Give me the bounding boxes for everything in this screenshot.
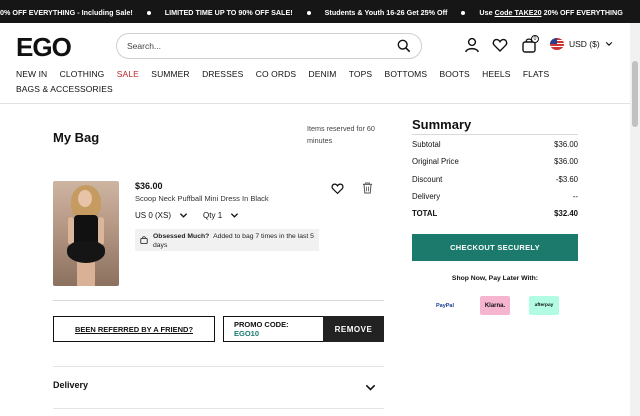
delivery-divider [53, 366, 384, 367]
search-input[interactable] [127, 41, 397, 51]
summary-row-discount: Discount -$3.60 [412, 175, 578, 184]
item-price: $36.00 [135, 181, 163, 191]
summary-value: -- [572, 192, 578, 201]
shopping-bag-icon [140, 236, 148, 244]
ticker-use-prefix: Use [479, 8, 493, 17]
nav-item-denim[interactable]: DENIM [309, 67, 337, 82]
size-selector[interactable]: US 0 (XS) [135, 211, 188, 220]
pay-later-label: Shop Now, Pay Later With: [451, 275, 539, 282]
ticker-code-link[interactable]: Code TAKE20 [495, 8, 542, 17]
nav-item-dresses[interactable]: DRESSES [202, 67, 243, 82]
popularity-notice: Obsessed Much? Added to bag 7 times in t… [135, 229, 319, 251]
ticker-message: Students & Youth 16-26 Get 25% Off [324, 8, 448, 17]
page-title: My Bag [53, 130, 100, 145]
nav-item-bags-accessories[interactable]: BAGS & ACCESSORIES [16, 82, 113, 97]
promo-label: PROMO CODE: [234, 320, 289, 329]
page-scrollbar[interactable] [630, 23, 640, 416]
nav-item-sale[interactable]: SALE [117, 67, 139, 82]
summary-label: Subtotal [412, 140, 441, 149]
ticker-separator [146, 10, 151, 15]
qty-value: 1 [217, 211, 223, 220]
item-divider [53, 300, 384, 301]
delivery-accordion-label[interactable]: Delivery [53, 380, 88, 390]
currency-label: USD ($) [569, 39, 600, 49]
nav-item-clothing[interactable]: CLOTHING [60, 67, 105, 82]
ticker-use-suffix: 20% OFF EVERYTHING [543, 8, 623, 17]
summary-label: TOTAL [412, 209, 438, 218]
search-icon[interactable] [397, 39, 411, 53]
promo-ticker: 20% OFF EVERYTHING - Including Sale! LIM… [0, 0, 640, 23]
summary-label: Delivery [412, 192, 441, 201]
nav-item-flats[interactable]: FLATS [523, 67, 549, 82]
summary-row-original-price: Original Price $36.00 [412, 157, 578, 166]
summary-value: $36.00 [554, 157, 578, 166]
summary-value: -$3.60 [555, 175, 578, 184]
qty-label: Qty [203, 211, 216, 220]
product-image[interactable] [53, 181, 119, 286]
quantity-selector[interactable]: Qty 1 [203, 211, 239, 220]
ticker-separator [461, 10, 466, 15]
wishlist-heart-icon[interactable] [492, 37, 508, 53]
item-name[interactable]: Scoop Neck Puffball Mini Dress In Black [135, 194, 269, 203]
klarna-logo: Klarna. [480, 296, 510, 315]
summary-row-total: TOTAL $32.40 [412, 209, 578, 218]
checkout-button[interactable]: CHECKOUT SECURELY [412, 234, 578, 261]
summary-label: Original Price [412, 157, 459, 166]
referred-by-friend-button[interactable]: BEEN REFERRED BY A FRIEND? [53, 316, 215, 342]
size-value: US 0 (XS) [135, 211, 172, 220]
nav-item-bottoms[interactable]: BOTTOMS [385, 67, 428, 82]
remove-promo-button[interactable]: REMOVE [323, 316, 384, 342]
account-icon[interactable] [464, 37, 480, 53]
promo-code-value: EGO10 [234, 329, 260, 338]
afterpay-logo: afterpay [529, 296, 559, 315]
currency-selector[interactable]: USD ($) [550, 38, 613, 50]
summary-label: Discount [412, 175, 443, 184]
ticker-message: LIMITED TIME UP TO 90% OFF SALE! [164, 8, 293, 17]
chevron-down-icon[interactable] [365, 382, 376, 393]
reservation-note: Items reserved for 60 minutes [307, 124, 375, 145]
delete-trash-icon[interactable] [362, 182, 373, 194]
promo-code-box: PROMO CODE: EGO10 [223, 316, 323, 342]
header-divider [0, 103, 640, 104]
summary-row-subtotal: Subtotal $36.00 [412, 140, 578, 149]
chevron-down-icon [231, 213, 239, 218]
summary-value: $36.00 [554, 140, 578, 149]
us-flag-icon [550, 38, 564, 50]
summary-value: $32.40 [554, 209, 578, 218]
nav-item-boots[interactable]: BOOTS [440, 67, 470, 82]
nav-item-summer[interactable]: SUMMER [151, 67, 189, 82]
chevron-down-icon [179, 213, 188, 218]
ticker-message: 20% OFF EVERYTHING - Including Sale! [0, 8, 133, 17]
site-logo[interactable]: EGO [16, 32, 72, 63]
search-bar[interactable] [116, 33, 422, 59]
scrollbar-thumb[interactable] [632, 61, 638, 127]
summary-title: Summary [412, 117, 472, 132]
paypal-logo: PayPal [430, 296, 460, 315]
nav-item-co-ords[interactable]: CO ORDS [256, 67, 296, 82]
summary-row-delivery: Delivery -- [412, 192, 578, 201]
save-to-wishlist-heart-icon[interactable] [331, 182, 344, 195]
nav-item-tops[interactable]: TOPS [349, 67, 372, 82]
summary-divider [412, 134, 578, 135]
ticker-separator [306, 10, 311, 15]
cart-count-badge: 0 [531, 35, 539, 43]
chevron-down-icon [605, 42, 612, 46]
obsessed-title: Obsessed Much? [153, 233, 210, 240]
ticker-message-code: Use Code TAKE20 20% OFF EVERYTHING [479, 8, 622, 17]
main-navigation: NEW IN CLOTHING SALE SUMMER DRESSES CO O… [16, 67, 616, 97]
delivery-divider-bottom [53, 408, 384, 409]
nav-item-new-in[interactable]: NEW IN [16, 67, 47, 82]
nav-item-heels[interactable]: HEELS [482, 67, 510, 82]
